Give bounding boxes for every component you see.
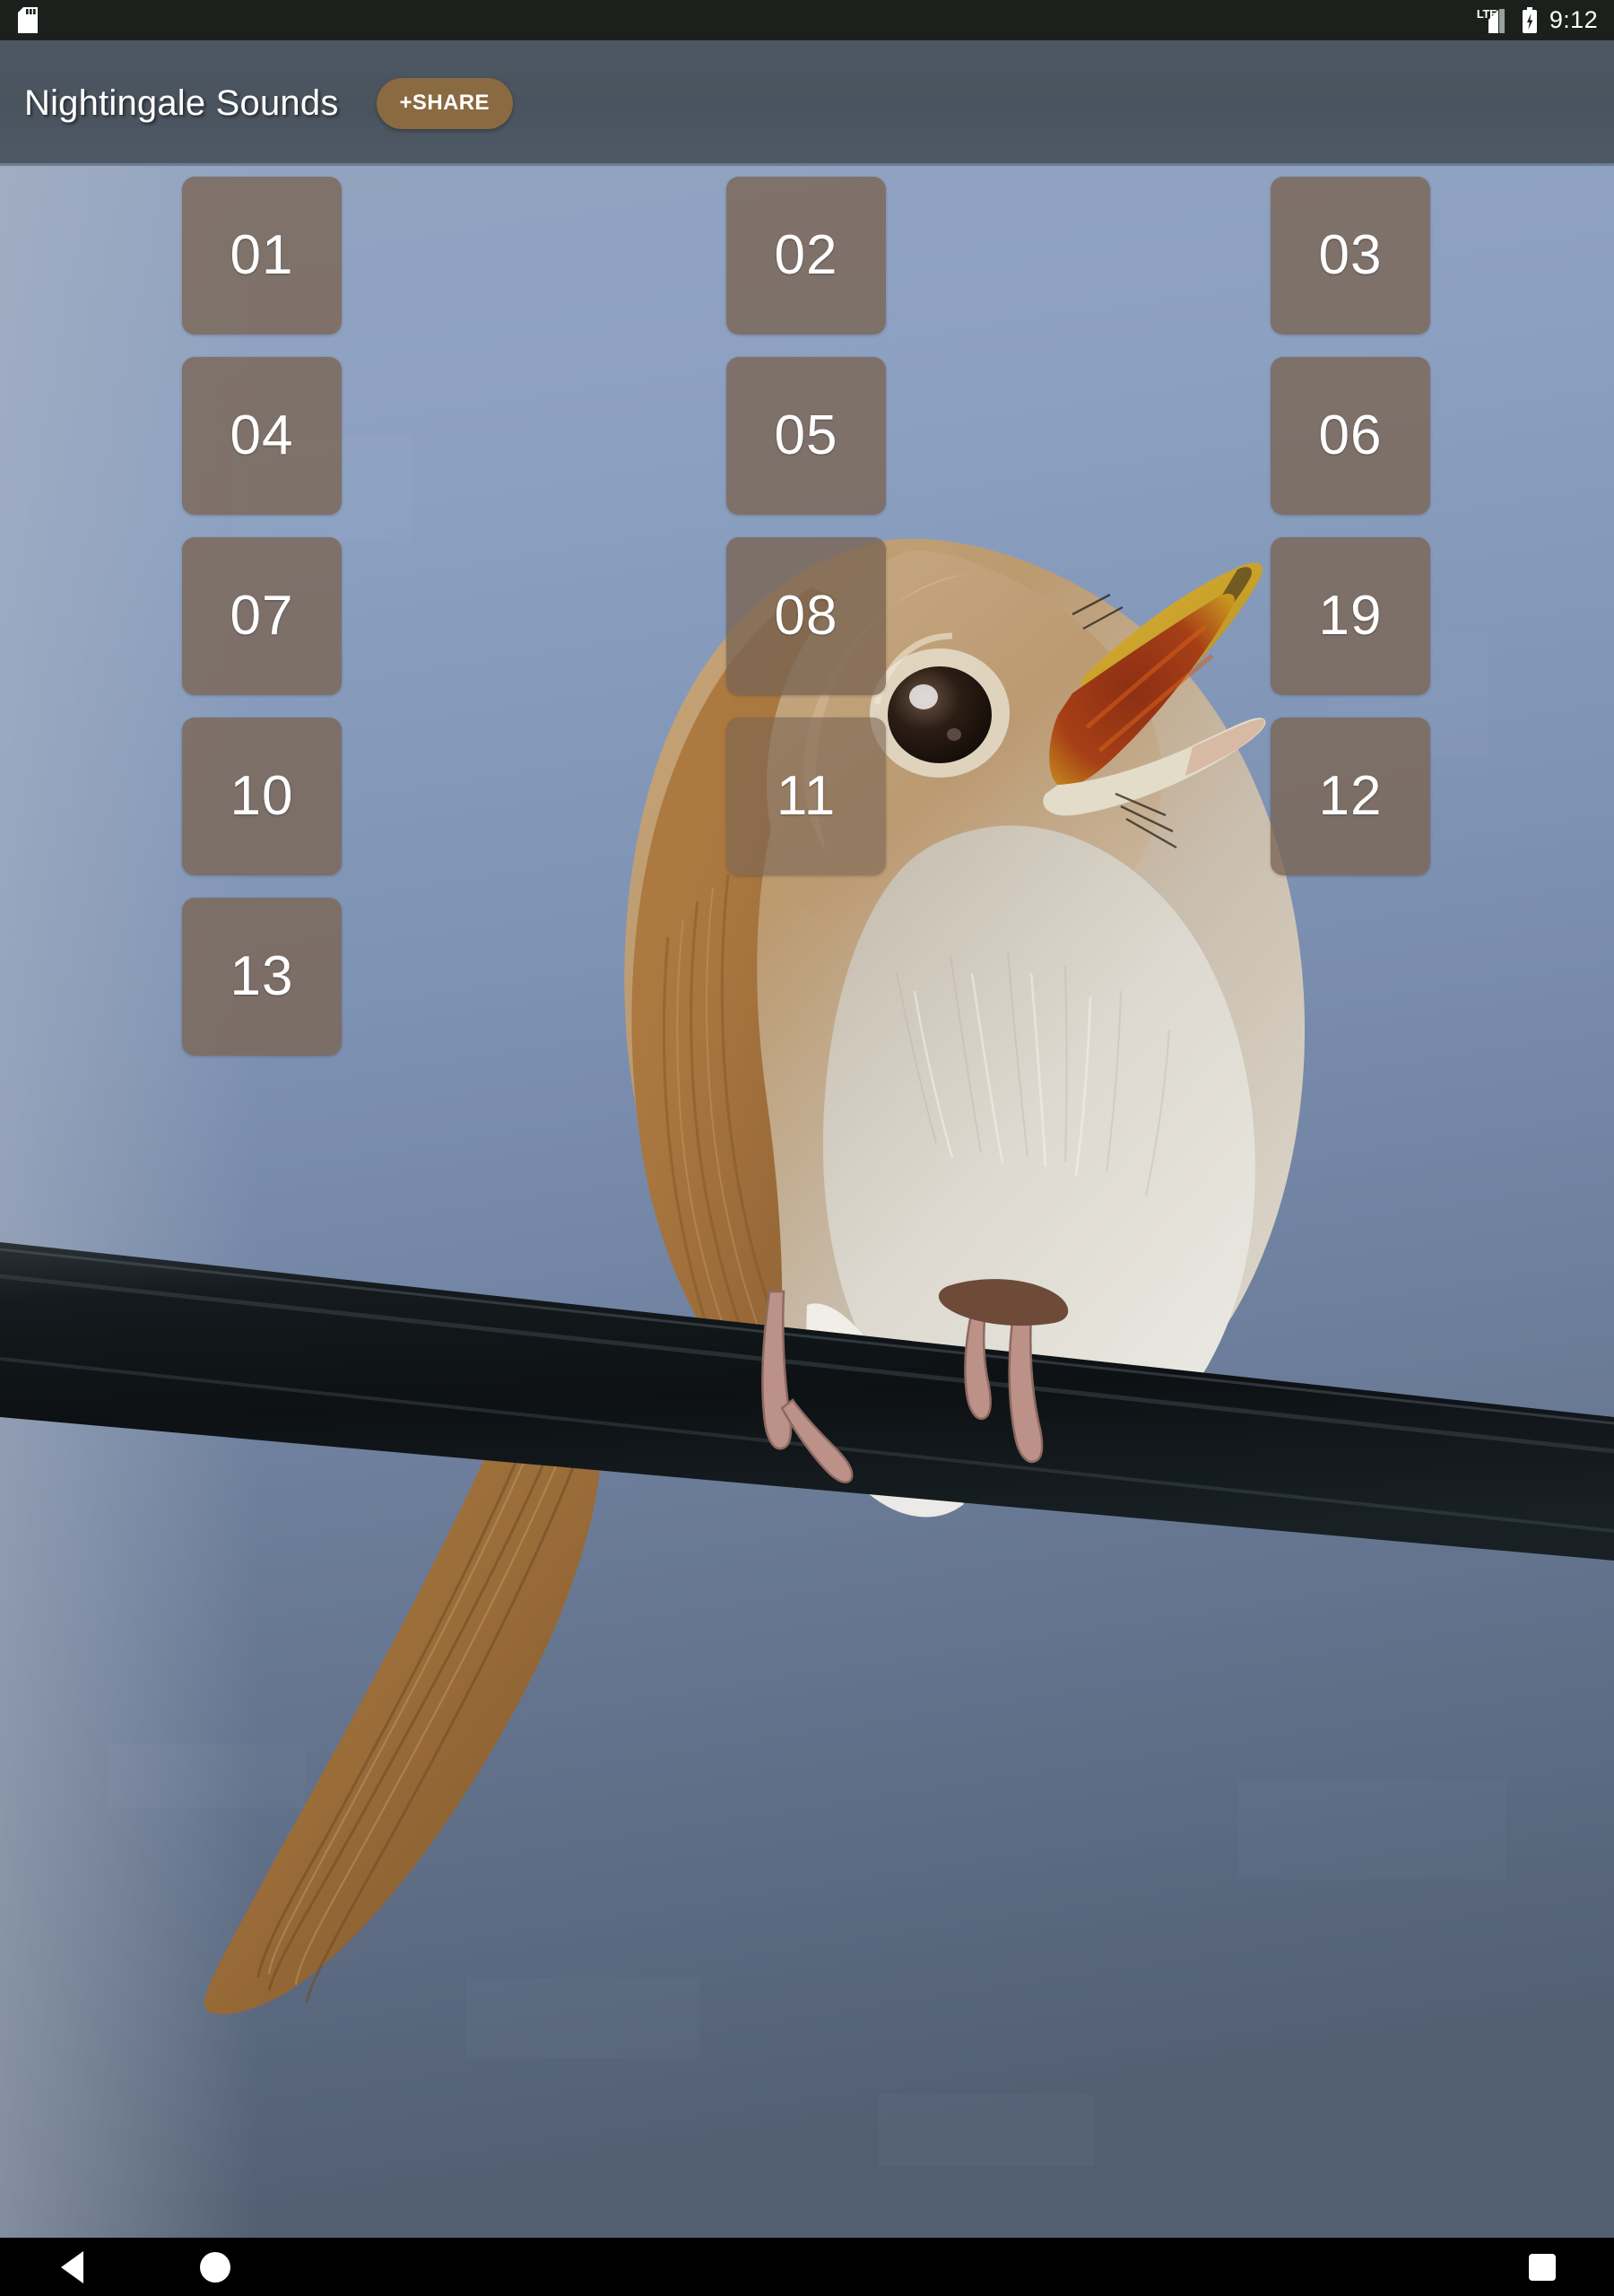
- sound-button-07[interactable]: 07: [182, 537, 342, 695]
- phone-screen: LTE 9:12 Nightingale Sounds +SHARE 01 02…: [0, 0, 1614, 2296]
- navigation-bar: [0, 2238, 1614, 2296]
- sound-button-08[interactable]: 08: [726, 537, 886, 695]
- sound-button-10[interactable]: 10: [182, 718, 342, 875]
- sd-card-icon: [18, 7, 38, 33]
- sound-button-grid: 01 02 03 04 05 06 07 08 19 10 11 12 13: [0, 166, 1614, 2238]
- status-bar: LTE 9:12: [0, 0, 1614, 40]
- recent-apps-button[interactable]: [1493, 2238, 1592, 2296]
- recent-apps-icon: [1529, 2253, 1556, 2281]
- app-bar: Nightingale Sounds +SHARE: [0, 40, 1614, 166]
- main-content: 01 02 03 04 05 06 07 08 19 10 11 12 13: [0, 166, 1614, 2238]
- home-button[interactable]: [166, 2238, 265, 2296]
- back-button[interactable]: [22, 2238, 121, 2296]
- sound-button-06[interactable]: 06: [1271, 357, 1430, 515]
- home-icon: [200, 2251, 230, 2283]
- signal-bars-icon: LTE: [1477, 7, 1510, 34]
- sound-button-19[interactable]: 19: [1271, 537, 1430, 695]
- sound-button-12[interactable]: 12: [1271, 718, 1430, 875]
- back-icon: [60, 2250, 83, 2283]
- page-title: Nightingale Sounds: [24, 83, 339, 123]
- share-button[interactable]: +SHARE: [376, 77, 513, 129]
- status-indicators: LTE 9:12: [1477, 0, 1598, 40]
- sound-button-02[interactable]: 02: [726, 177, 886, 335]
- sound-button-01[interactable]: 01: [182, 177, 342, 335]
- clock: 9:12: [1549, 6, 1598, 33]
- sound-button-05[interactable]: 05: [726, 357, 886, 515]
- battery-charging-icon: [1522, 6, 1538, 34]
- sound-button-11[interactable]: 11: [726, 718, 886, 875]
- sound-button-04[interactable]: 04: [182, 357, 342, 515]
- sound-button-13[interactable]: 13: [182, 898, 342, 1056]
- sound-button-03[interactable]: 03: [1271, 177, 1430, 335]
